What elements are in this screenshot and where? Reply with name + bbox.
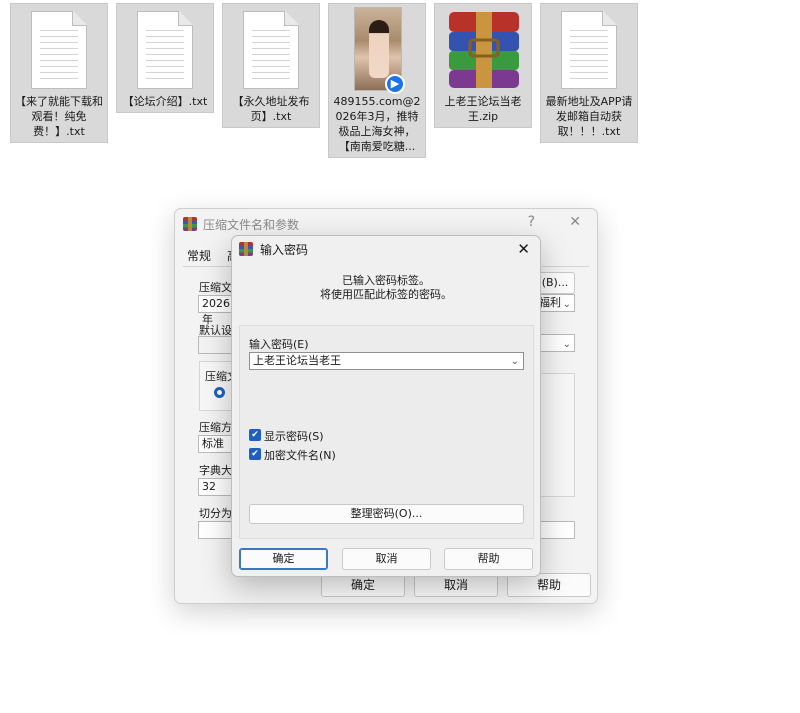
- help-button[interactable]: 帮助: [444, 548, 533, 570]
- checkmark-icon: ✔: [251, 430, 259, 440]
- options-groupbox: [535, 373, 575, 497]
- file-tile-txt-3[interactable]: 【永久地址发布页】.txt: [222, 3, 320, 128]
- document-line: [252, 30, 290, 31]
- document-icon: [137, 11, 193, 89]
- document-line: [40, 66, 78, 67]
- document-line: [40, 54, 78, 55]
- play-badge-icon: ▶: [385, 74, 405, 94]
- document-line: [252, 42, 290, 43]
- document-line: [252, 66, 290, 67]
- file-label: 上老王论坛当老王.zip: [444, 95, 522, 123]
- document-line: [146, 36, 184, 37]
- password-label: 输入密码(E): [249, 338, 309, 351]
- password-info-text: 已输入密码标签。 将使用匹配此标签的密码。: [232, 274, 540, 302]
- file-tile-archive[interactable]: 上老王论坛当老王.zip: [434, 3, 532, 128]
- document-icon: [243, 11, 299, 89]
- update-mode-select[interactable]: 福利 ⌄: [535, 294, 575, 312]
- ok-button[interactable]: 确定: [239, 548, 328, 570]
- organize-passwords-button[interactable]: 整理密码(O)...: [249, 504, 524, 524]
- document-line: [146, 78, 184, 79]
- document-line: [146, 60, 184, 61]
- file-label: 最新地址及APP请发邮箱自动获取！！！.txt: [545, 95, 633, 138]
- file-label: 【来了就能下载和观看！纯免费！】.txt: [15, 95, 103, 138]
- document-line: [146, 30, 184, 31]
- document-line: [40, 78, 78, 79]
- file-tile-txt-1[interactable]: 【来了就能下载和观看！纯免费！】.txt: [10, 3, 108, 143]
- dialog-title: 输入密码: [260, 243, 309, 257]
- document-line: [40, 60, 78, 61]
- file-tile-txt-2[interactable]: 【论坛介绍】.txt: [116, 3, 214, 113]
- document-line: [570, 30, 608, 31]
- dialog-titlebar: 输入密码 ✕: [232, 236, 540, 266]
- close-icon[interactable]: ✕: [569, 214, 581, 230]
- document-line: [570, 60, 608, 61]
- document-icon: [31, 11, 87, 89]
- file-tile-video[interactable]: ▶ 489155.com@2026年3月，推特极品上海女神，【南南爱吃糖...: [328, 3, 426, 158]
- password-input[interactable]: 上老王论坛当老王 ⌄: [249, 352, 524, 370]
- document-line: [146, 42, 184, 43]
- chevron-down-icon: ⌄: [562, 299, 571, 310]
- document-line: [40, 30, 78, 31]
- document-line: [146, 72, 184, 73]
- info-line: 已输入密码标签。: [342, 274, 430, 287]
- winrar-app-icon: [183, 217, 197, 231]
- document-line: [252, 78, 290, 79]
- file-tile-txt-4[interactable]: 最新地址及APP请发邮箱自动获取！！！.txt: [540, 3, 638, 143]
- update-mode-value: 福利: [539, 296, 561, 309]
- document-icon: [561, 11, 617, 89]
- document-line: [40, 42, 78, 43]
- dialog-title: 压缩文件名和参数: [203, 218, 300, 232]
- document-line: [570, 78, 608, 79]
- document-line: [146, 48, 184, 49]
- document-line: [570, 72, 608, 73]
- help-icon[interactable]: ?: [528, 214, 535, 230]
- browse-button[interactable]: (B)...: [535, 272, 575, 294]
- document-line: [252, 72, 290, 73]
- chevron-down-icon: ⌄: [562, 339, 571, 350]
- password-panel: 输入密码(E) 上老王论坛当老王 ⌄ ✔ 显示密码(S) ✔ 加密文件名(N) …: [239, 325, 534, 539]
- password-area-field[interactable]: [535, 521, 575, 539]
- file-label: 【论坛介绍】.txt: [122, 95, 208, 108]
- document-line: [40, 36, 78, 37]
- document-line: [252, 54, 290, 55]
- document-line: [570, 42, 608, 43]
- document-line: [570, 54, 608, 55]
- cancel-button[interactable]: 取消: [342, 548, 431, 570]
- password-dialog: 输入密码 ✕ 已输入密码标签。 将使用匹配此标签的密码。 输入密码(E) 上老王…: [231, 235, 541, 577]
- document-line: [570, 48, 608, 49]
- document-line: [146, 66, 184, 67]
- checkmark-icon: ✔: [251, 449, 259, 459]
- file-label: 489155.com@2026年3月，推特极品上海女神，【南南爱吃糖...: [333, 95, 421, 153]
- encrypt-names-checkbox[interactable]: ✔: [249, 448, 261, 460]
- document-line: [252, 36, 290, 37]
- password-value: 上老王论坛当老王: [253, 354, 341, 367]
- chevron-down-icon[interactable]: ⌄: [511, 354, 519, 370]
- show-password-checkbox[interactable]: ✔: [249, 429, 261, 441]
- show-password-label[interactable]: 显示密码(S): [264, 428, 324, 444]
- document-line: [146, 54, 184, 55]
- info-line: 将使用匹配此标签的密码。: [320, 288, 452, 301]
- winrar-archive-icon: [449, 12, 519, 88]
- document-line: [570, 36, 608, 37]
- file-label: 【永久地址发布页】.txt: [232, 95, 310, 123]
- document-line: [252, 60, 290, 61]
- document-line: [252, 48, 290, 49]
- tab-general[interactable]: 常规: [187, 247, 211, 264]
- close-icon[interactable]: ✕: [517, 240, 530, 258]
- encrypt-names-label[interactable]: 加密文件名(N): [264, 447, 336, 463]
- profile-select[interactable]: ⌄: [535, 334, 575, 352]
- format-radio[interactable]: [214, 387, 225, 398]
- document-line: [40, 72, 78, 73]
- document-line: [40, 48, 78, 49]
- winrar-app-icon: [239, 242, 253, 256]
- document-line: [570, 66, 608, 67]
